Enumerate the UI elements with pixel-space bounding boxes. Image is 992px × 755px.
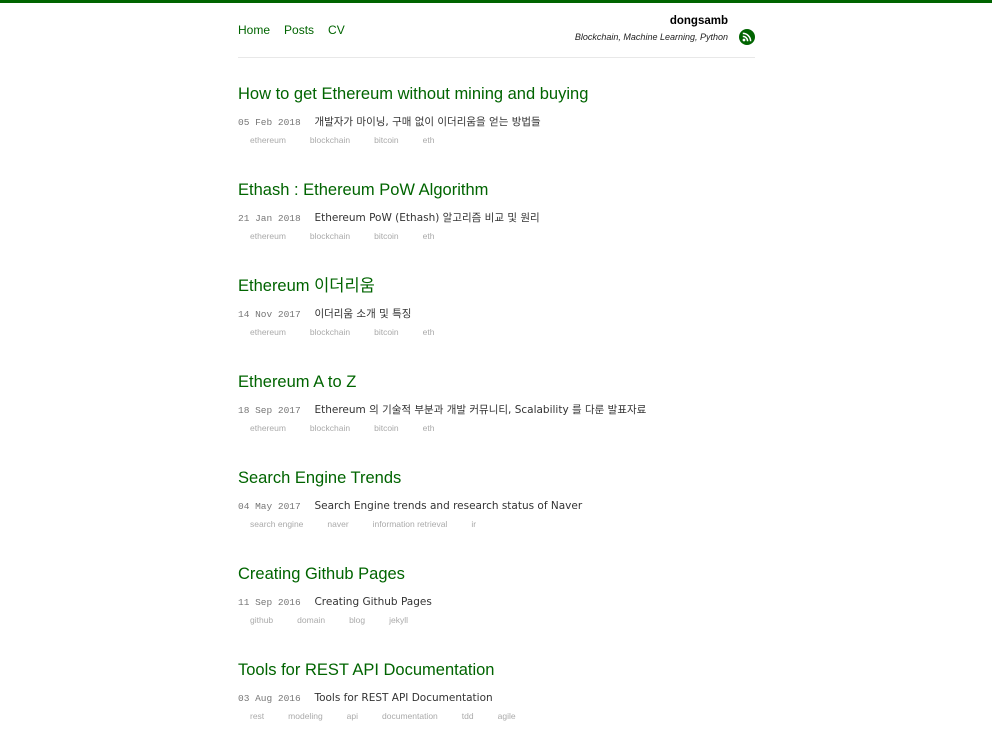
- post-meta: 03 Aug 2016 Tools for REST API Documenta…: [238, 688, 838, 704]
- post-title-link[interactable]: Tools for REST API Documentation: [238, 659, 838, 681]
- post-meta: 04 May 2017 Search Engine trends and res…: [238, 496, 838, 512]
- post-tag[interactable]: jekyll: [389, 615, 408, 625]
- page-container: Home Posts CV dongsamb Blockchain, Machi…: [238, 3, 755, 721]
- post-tag[interactable]: bitcoin: [374, 135, 399, 145]
- post-item: Search Engine Trends 04 May 2017 Search …: [238, 467, 838, 563]
- post-date: 03 Aug 2016: [238, 693, 301, 704]
- post-item: How to get Ethereum without mining and b…: [238, 83, 838, 179]
- post-title-link[interactable]: Ethereum A to Z: [238, 371, 838, 393]
- post-tag[interactable]: bitcoin: [374, 327, 399, 337]
- post-title-link[interactable]: Search Engine Trends: [238, 467, 838, 489]
- post-tag[interactable]: modeling: [288, 711, 323, 721]
- post-tag[interactable]: agile: [498, 711, 516, 721]
- post-tags: rest modeling api documentation tdd agile: [238, 711, 838, 721]
- post-tag[interactable]: domain: [297, 615, 325, 625]
- post-tag[interactable]: eth: [423, 135, 435, 145]
- post-item: Creating Github Pages 11 Sep 2016 Creati…: [238, 563, 838, 659]
- post-tags: ethereum blockchain bitcoin eth: [238, 327, 838, 337]
- nav-cv[interactable]: CV: [328, 23, 345, 37]
- post-item: Ethereum 이더리움 14 Nov 2017 이더리움 소개 및 특징 e…: [238, 275, 838, 371]
- post-tag[interactable]: bitcoin: [374, 231, 399, 241]
- post-tag[interactable]: blockchain: [310, 423, 350, 433]
- post-tag[interactable]: ir: [471, 519, 476, 529]
- post-tag[interactable]: bitcoin: [374, 423, 399, 433]
- post-item: Ethereum A to Z 18 Sep 2017 Ethereum 의 기…: [238, 371, 838, 467]
- post-title-link[interactable]: How to get Ethereum without mining and b…: [238, 83, 838, 105]
- post-date: 04 May 2017: [238, 501, 301, 512]
- post-tag[interactable]: ethereum: [250, 327, 286, 337]
- post-item: Tools for REST API Documentation 03 Aug …: [238, 659, 838, 755]
- post-tags: ethereum blockchain bitcoin eth: [238, 135, 838, 145]
- post-title-link[interactable]: Creating Github Pages: [238, 563, 838, 585]
- site-description: Blockchain, Machine Learning, Python: [574, 32, 728, 42]
- post-tags: search engine naver information retrieval i…: [238, 519, 838, 529]
- nav-home[interactable]: Home: [238, 23, 270, 37]
- post-description: Search Engine trends and research status…: [314, 500, 583, 512]
- main-nav: Home Posts CV: [238, 23, 345, 37]
- post-date: 05 Feb 2018: [238, 117, 301, 128]
- post-description: Ethereum 의 기술적 부분과 개발 커뮤니티, Scalability …: [314, 404, 647, 416]
- rss-icon[interactable]: [739, 29, 755, 45]
- post-description: 이더리움 소개 및 특징: [314, 308, 412, 320]
- post-tag[interactable]: search engine: [250, 519, 303, 529]
- post-tag[interactable]: eth: [423, 423, 435, 433]
- post-tag[interactable]: blog: [349, 615, 365, 625]
- post-tag[interactable]: ethereum: [250, 231, 286, 241]
- nav-posts[interactable]: Posts: [284, 23, 314, 37]
- post-tag[interactable]: rest: [250, 711, 264, 721]
- post-title-link[interactable]: Ethash : Ethereum PoW Algorithm: [238, 179, 838, 201]
- post-tag[interactable]: blockchain: [310, 231, 350, 241]
- post-tag[interactable]: github: [250, 615, 273, 625]
- post-tag[interactable]: eth: [423, 231, 435, 241]
- post-tag[interactable]: naver: [327, 519, 348, 529]
- post-list: How to get Ethereum without mining and b…: [238, 83, 838, 755]
- site-name: dongsamb: [669, 15, 728, 27]
- post-date: 21 Jan 2018: [238, 213, 301, 224]
- site-header: Home Posts CV dongsamb Blockchain, Machi…: [238, 3, 755, 58]
- post-description: Ethereum PoW (Ethash) 알고리즘 비교 및 원리: [314, 212, 540, 224]
- post-description: Tools for REST API Documentation: [314, 692, 493, 704]
- post-date: 11 Sep 2016: [238, 597, 301, 608]
- post-meta: 14 Nov 2017 이더리움 소개 및 특징: [238, 304, 838, 320]
- post-tag[interactable]: api: [347, 711, 358, 721]
- post-date: 14 Nov 2017: [238, 309, 301, 320]
- site-info: dongsamb Blockchain, Machine Learning, P…: [575, 15, 728, 42]
- post-tag[interactable]: tdd: [462, 711, 474, 721]
- post-date: 18 Sep 2017: [238, 405, 301, 416]
- post-tag[interactable]: ethereum: [250, 135, 286, 145]
- post-tag[interactable]: eth: [423, 327, 435, 337]
- post-meta: 11 Sep 2016 Creating Github Pages: [238, 592, 838, 608]
- post-meta: 21 Jan 2018 Ethereum PoW (Ethash) 알고리즘 비…: [238, 208, 838, 224]
- post-title-link[interactable]: Ethereum 이더리움: [238, 275, 838, 297]
- post-item: Ethash : Ethereum PoW Algorithm 21 Jan 2…: [238, 179, 838, 275]
- post-tag[interactable]: blockchain: [310, 327, 350, 337]
- post-description: Creating Github Pages: [314, 596, 432, 608]
- post-tag[interactable]: information retrieval: [373, 519, 448, 529]
- post-meta: 05 Feb 2018 개발자가 마이닝, 구매 없이 이더리움을 얻는 방법들: [238, 112, 838, 128]
- post-tags: github domain blog jekyll: [238, 615, 838, 625]
- post-tag[interactable]: documentation: [382, 711, 438, 721]
- post-tags: ethereum blockchain bitcoin eth: [238, 231, 838, 241]
- post-meta: 18 Sep 2017 Ethereum 의 기술적 부분과 개발 커뮤니티, …: [238, 400, 838, 416]
- post-tag[interactable]: blockchain: [310, 135, 350, 145]
- post-tags: ethereum blockchain bitcoin eth: [238, 423, 838, 433]
- post-description: 개발자가 마이닝, 구매 없이 이더리움을 얻는 방법들: [314, 116, 541, 128]
- post-tag[interactable]: ethereum: [250, 423, 286, 433]
